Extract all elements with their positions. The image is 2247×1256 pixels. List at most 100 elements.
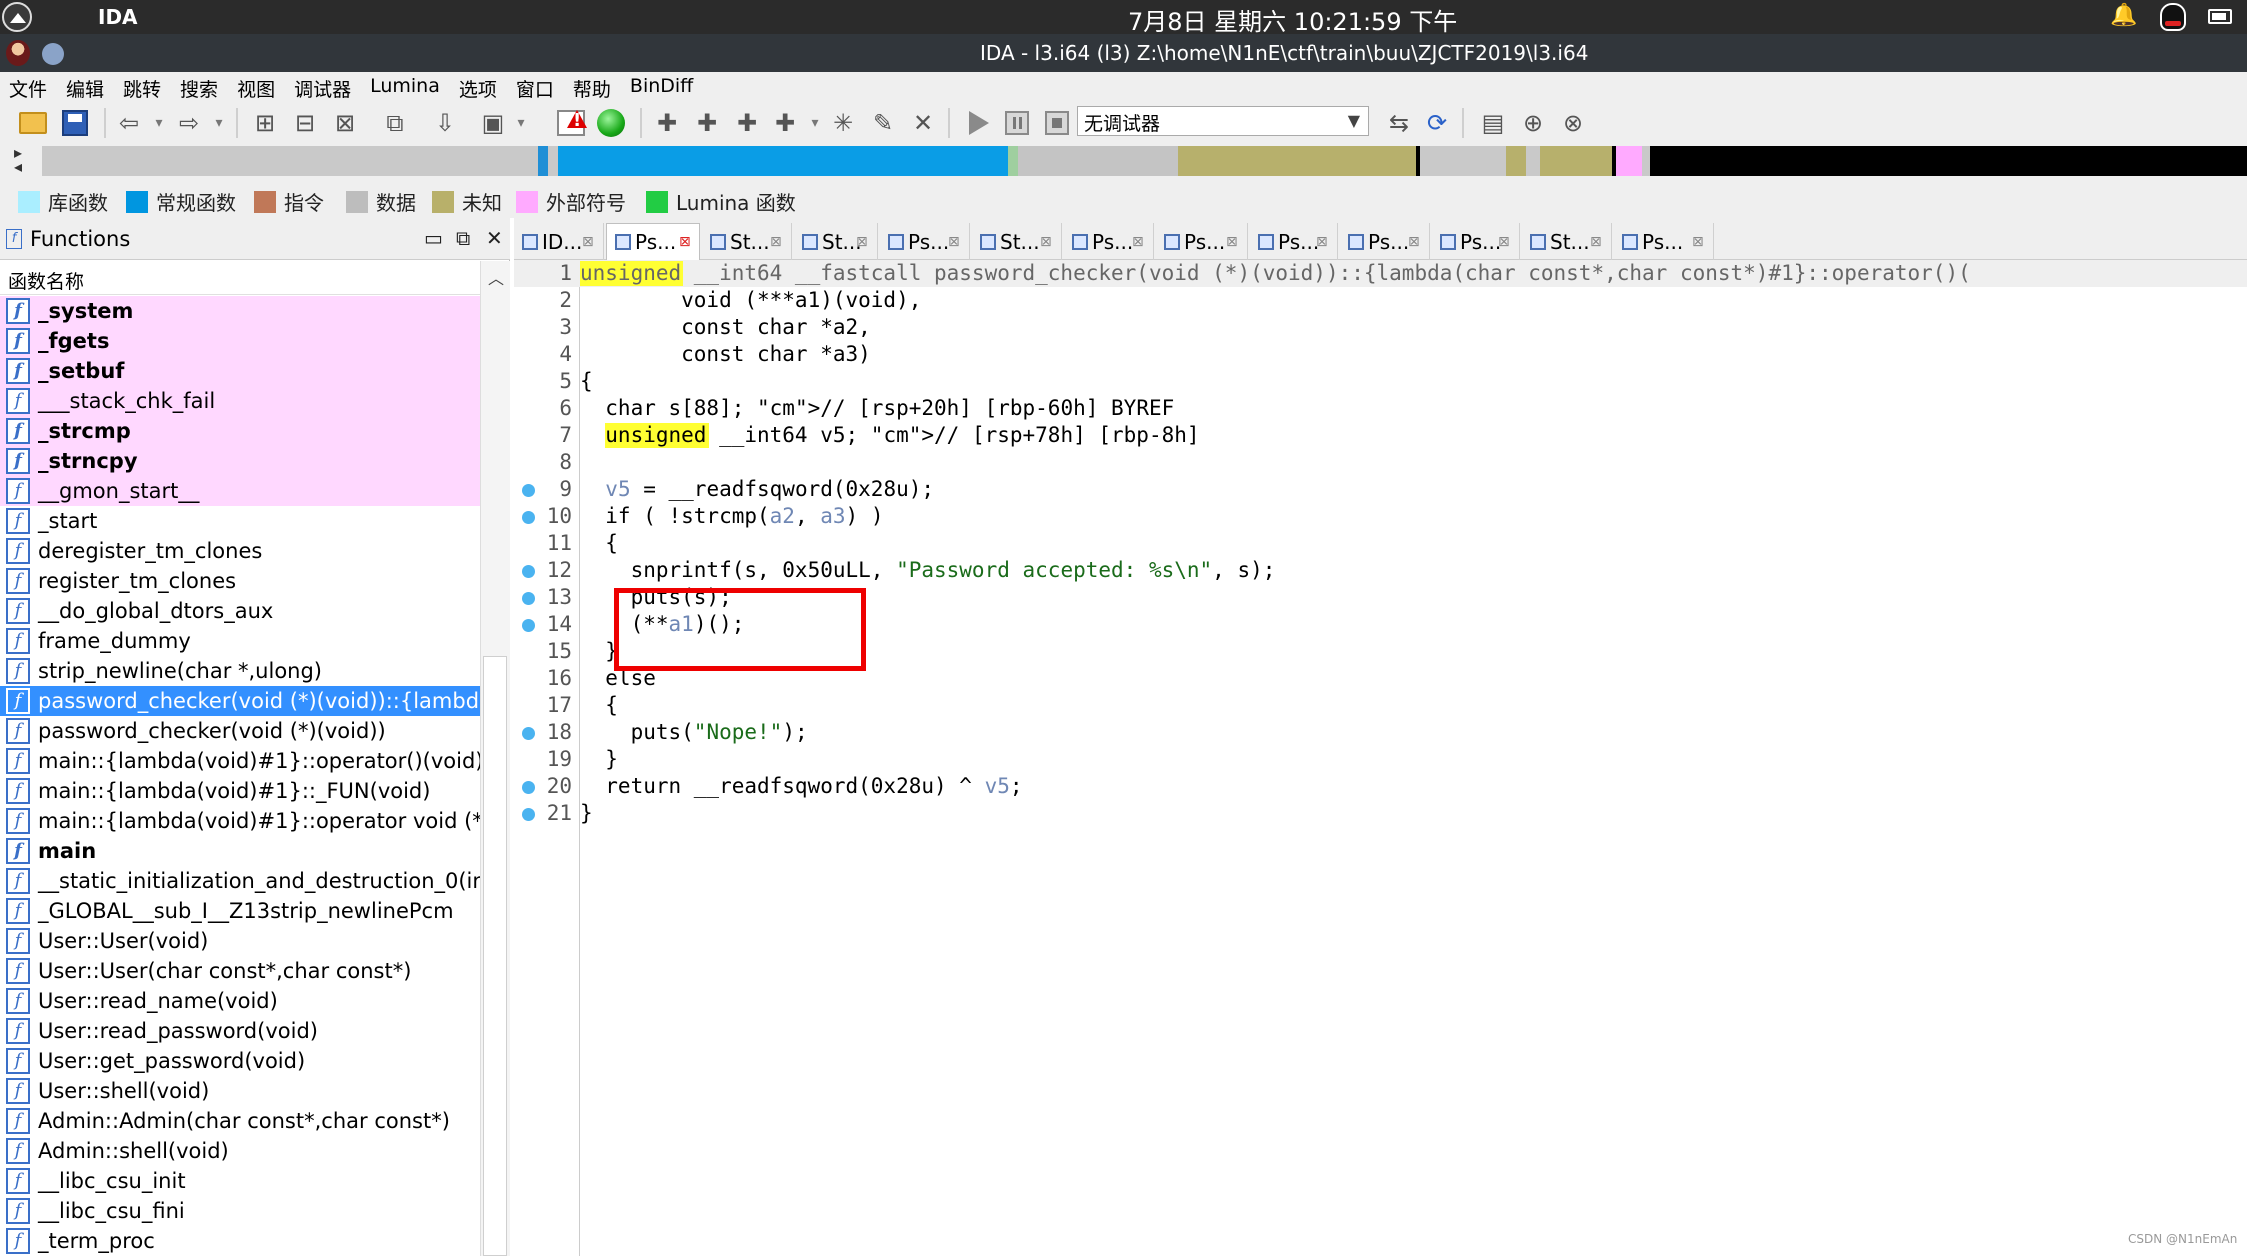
menu-jump[interactable]: 跳转 bbox=[114, 72, 171, 102]
refresh-button[interactable]: ⟳ bbox=[1420, 107, 1454, 139]
edit-function-button[interactable]: ✎ bbox=[866, 107, 900, 139]
view-tab[interactable]: Ps... ⊠ bbox=[1340, 223, 1430, 260]
view-tab[interactable]: Ps... ⊠ bbox=[606, 223, 700, 260]
close-tab-icon[interactable]: ⊠ bbox=[1408, 234, 1420, 250]
attach-process-button[interactable]: ⇆ bbox=[1382, 107, 1416, 139]
stop-debugger-button[interactable] bbox=[1040, 107, 1074, 139]
menu-search[interactable]: 搜索 bbox=[171, 72, 228, 102]
code-line[interactable]: 17 { bbox=[514, 692, 2247, 719]
notification-bell-icon[interactable]: 🔔 bbox=[2110, 3, 2137, 28]
function-list-item[interactable]: f deregister_tm_clones bbox=[0, 536, 480, 566]
close-tab-icon[interactable]: ⊠ bbox=[1040, 234, 1052, 250]
code-line[interactable]: 6 char s[88]; "cm">// [rsp+20h] [rbp-60h… bbox=[514, 395, 2247, 422]
remove-plugin-button[interactable]: ⊗ bbox=[1556, 107, 1590, 139]
close-tab-icon[interactable]: ⊠ bbox=[948, 234, 960, 250]
function-list-item[interactable]: f User::User(void) bbox=[0, 926, 480, 956]
view-tab[interactable]: Ps... ⊠ bbox=[880, 223, 970, 260]
menu-bindiff[interactable]: BinDiff bbox=[621, 72, 703, 102]
menu-debugger[interactable]: 调试器 bbox=[285, 72, 361, 102]
function-list-item[interactable]: f __do_global_dtors_aux bbox=[0, 596, 480, 626]
menu-edit[interactable]: 编辑 bbox=[57, 72, 114, 102]
function-list-item[interactable]: f frame_dummy bbox=[0, 626, 480, 656]
problems-button[interactable] bbox=[554, 107, 588, 139]
back-button[interactable]: ⇦ bbox=[112, 107, 146, 139]
function-list-item[interactable]: f Admin::shell(void) bbox=[0, 1136, 480, 1166]
code-line[interactable]: 20 return __readfsqword(0x28u) ^ v5; bbox=[514, 773, 2247, 800]
function-list-item[interactable]: f __static_initialization_and_destruction… bbox=[0, 866, 480, 896]
code-line[interactable]: 2 void (***a1)(void), bbox=[514, 287, 2247, 314]
close-tab-icon[interactable]: ⊠ bbox=[770, 234, 782, 250]
function-list-item[interactable]: f main::{lambda(void)#1}::operator()(void… bbox=[0, 746, 480, 776]
maximize-panel-icon[interactable]: ▭ bbox=[424, 226, 443, 250]
function-list-item[interactable]: f register_tm_clones bbox=[0, 566, 480, 596]
forward-history-dropdown[interactable]: ▾ bbox=[210, 107, 228, 139]
system-menu-logo-icon[interactable] bbox=[2, 2, 32, 32]
close-tab-icon[interactable]: ⊠ bbox=[1132, 234, 1144, 250]
function-list-item[interactable]: f ___stack_chk_fail bbox=[0, 386, 480, 416]
view-tab[interactable]: Ps... ⊠ bbox=[1614, 223, 1714, 260]
function-list-item[interactable]: f _strncpy bbox=[0, 446, 480, 476]
function-list-item[interactable]: f _GLOBAL__sub_I__Z13strip_newlinePcm bbox=[0, 896, 480, 926]
create-function-button[interactable]: ✳ bbox=[826, 107, 860, 139]
function-list-item[interactable]: f _fgets bbox=[0, 326, 480, 356]
start-debugger-button[interactable] bbox=[962, 107, 996, 139]
menu-windows[interactable]: 窗口 bbox=[507, 72, 564, 102]
function-list-item[interactable]: f User::get_password(void) bbox=[0, 1046, 480, 1076]
menu-lumina[interactable]: Lumina bbox=[361, 72, 450, 102]
menu-help[interactable]: 帮助 bbox=[564, 72, 621, 102]
view-tab[interactable]: St... ⊠ bbox=[972, 223, 1062, 260]
function-list-item[interactable]: f _system bbox=[0, 296, 480, 326]
text-view-button[interactable]: ⊟ bbox=[288, 107, 322, 139]
window-menu-dot-icon[interactable] bbox=[42, 43, 64, 65]
function-list-item-selected[interactable]: f password_checker(void (*)(void))::{lamb… bbox=[0, 686, 480, 716]
make-ascii-button[interactable]: ▣ bbox=[476, 107, 510, 139]
float-panel-icon[interactable]: ⧉ bbox=[456, 226, 470, 250]
close-tab-icon[interactable]: ⊠ bbox=[856, 234, 868, 250]
make-string-dropdown[interactable]: ▾ bbox=[806, 107, 824, 139]
view-tab[interactable]: Ps... ⊠ bbox=[1156, 223, 1248, 260]
structures-button[interactable]: ⧉ bbox=[378, 107, 412, 139]
active-app-name[interactable]: IDA bbox=[98, 5, 138, 29]
make-code-button[interactable]: ✚ bbox=[650, 107, 684, 139]
close-tab-icon[interactable]: ⊠ bbox=[1226, 234, 1238, 250]
functions-scrollbar[interactable]: ︿ bbox=[480, 261, 510, 1256]
function-list-item[interactable]: f User::shell(void) bbox=[0, 1076, 480, 1106]
function-list-item[interactable]: f User::read_password(void) bbox=[0, 1016, 480, 1046]
function-list-item[interactable]: f main::{lambda(void)#1}::operator void (… bbox=[0, 806, 480, 836]
menu-options[interactable]: 选项 bbox=[450, 72, 507, 102]
code-line[interactable]: 8 bbox=[514, 449, 2247, 476]
function-list-item[interactable]: f strip_newline(char *,ulong) bbox=[0, 656, 480, 686]
close-tab-icon[interactable]: ⊠ bbox=[1590, 234, 1602, 250]
bindiff-button[interactable]: ▤ bbox=[1476, 107, 1510, 139]
view-tab[interactable]: St... ⊠ bbox=[1522, 223, 1612, 260]
add-plugin-button[interactable]: ⊕ bbox=[1516, 107, 1550, 139]
function-list-item[interactable]: f User::read_name(void) bbox=[0, 986, 480, 1016]
pause-debugger-button[interactable] bbox=[1000, 107, 1034, 139]
function-list-item[interactable]: f main::{lambda(void)#1}::_FUN(void) bbox=[0, 776, 480, 806]
close-tab-icon[interactable]: ⊠ bbox=[582, 234, 594, 250]
view-tab[interactable]: ID... ⊠ bbox=[514, 223, 604, 260]
code-line[interactable]: 10 if ( !strcmp(a2, a3) ) bbox=[514, 503, 2247, 530]
function-list-item[interactable]: f _setbuf bbox=[0, 356, 480, 386]
column-header-function-name[interactable]: 函数名称 bbox=[0, 261, 480, 295]
view-tab[interactable]: Ps... ⊠ bbox=[1432, 223, 1520, 260]
function-list-item[interactable]: f __libc_csu_fini bbox=[0, 1196, 480, 1226]
code-line[interactable]: 3 const char *a2, bbox=[514, 314, 2247, 341]
make-array-button[interactable]: ✚ bbox=[730, 107, 764, 139]
make-ascii-dropdown[interactable]: ▾ bbox=[512, 107, 530, 139]
view-tab[interactable]: Ps... ⊠ bbox=[1250, 223, 1338, 260]
go-down-button[interactable]: ⇩ bbox=[428, 107, 462, 139]
close-tab-icon[interactable]: ⊠ bbox=[679, 234, 691, 250]
function-list-item[interactable]: f Admin::Admin(char const*,char const*) bbox=[0, 1106, 480, 1136]
view-tab[interactable]: St... ⊠ bbox=[702, 223, 792, 260]
code-line[interactable]: 1 unsigned __int64 __fastcall password_ch… bbox=[514, 260, 2247, 287]
function-list-item[interactable]: f __libc_csu_init bbox=[0, 1166, 480, 1196]
forward-button[interactable]: ⇨ bbox=[172, 107, 206, 139]
battery-icon[interactable] bbox=[2208, 9, 2232, 24]
make-string-button[interactable]: ✚ bbox=[768, 107, 802, 139]
pseudocode-view[interactable]: 1 unsigned __int64 __fastcall password_ch… bbox=[514, 260, 2247, 1256]
scrollbar-thumb[interactable] bbox=[483, 656, 507, 1256]
back-history-dropdown[interactable]: ▾ bbox=[150, 107, 168, 139]
code-line[interactable]: 4 const char *a3) bbox=[514, 341, 2247, 368]
segments-button[interactable]: ⊞ bbox=[248, 107, 282, 139]
